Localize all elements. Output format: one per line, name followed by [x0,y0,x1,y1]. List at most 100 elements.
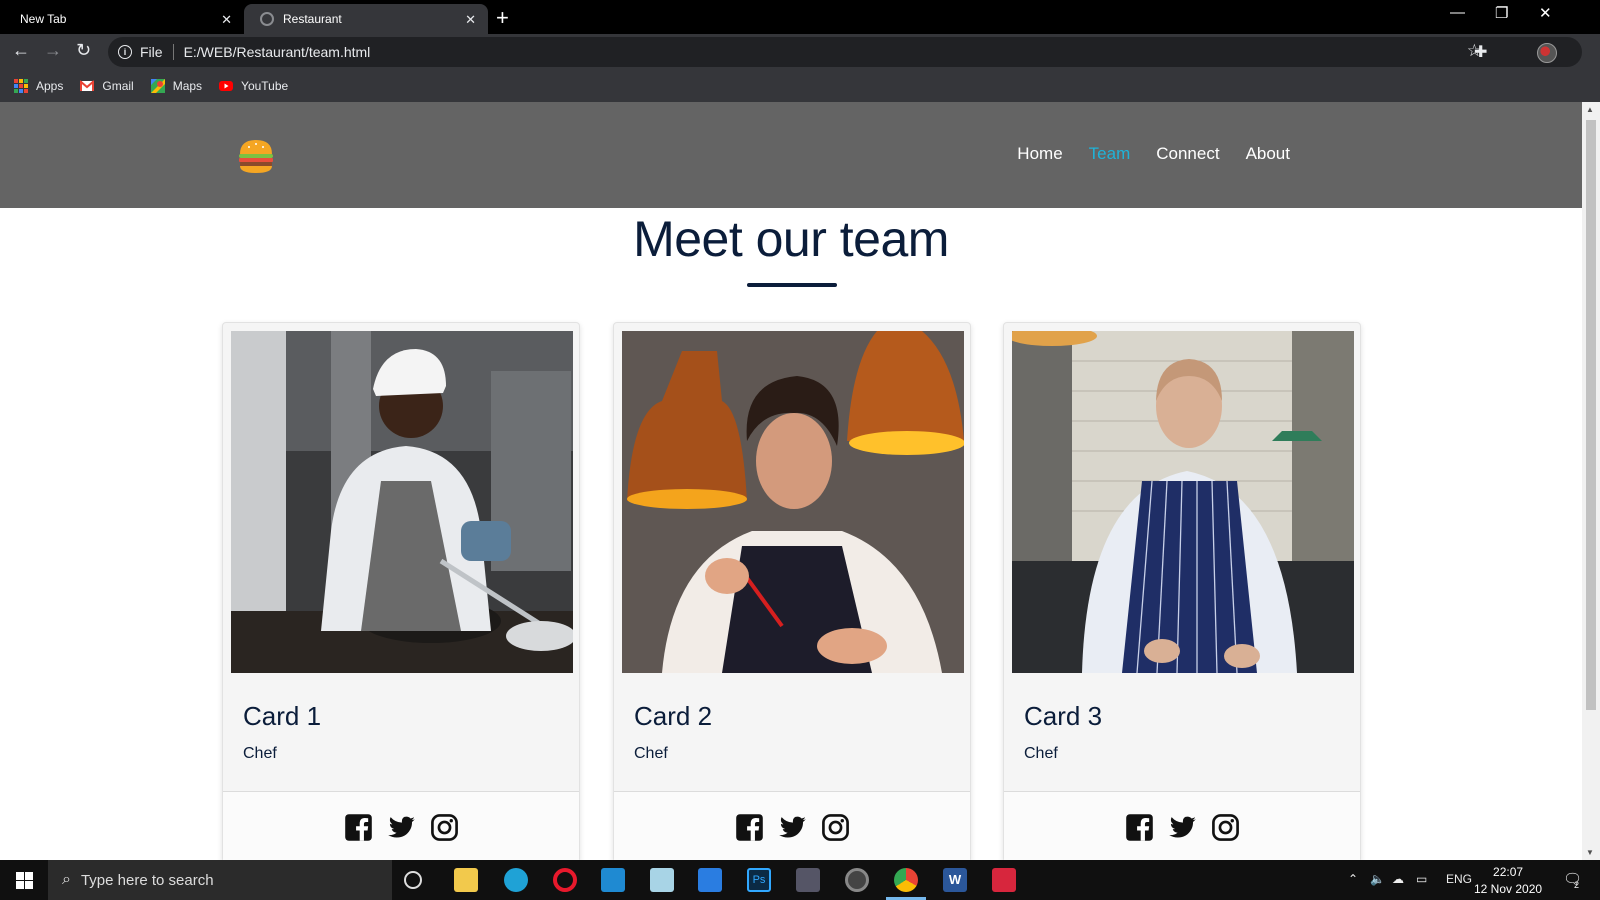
taskbar-search-box[interactable]: ⌕ Type here to search [48,860,392,900]
card-role: Chef [634,745,668,762]
volume-muted-icon[interactable]: 🔈 [1370,872,1385,886]
task-view-icon[interactable] [404,871,422,889]
facebook-icon[interactable] [344,813,373,842]
web-page-viewport: Home Team Connect About Meet our team Ca… [0,102,1582,860]
address-bar[interactable]: i File E:/WEB/Restaurant/team.html ☆ [108,37,1582,67]
file-explorer-icon[interactable] [454,868,478,892]
twitter-icon[interactable] [1168,813,1197,842]
card-role: Chef [243,745,277,762]
page-scrollbar[interactable]: ▲ ▼ [1582,102,1600,860]
todo-checkmark-icon[interactable] [698,868,722,892]
card-title: Card 2 [634,701,713,731]
address-divider [172,44,174,60]
media-app-icon[interactable] [796,868,820,892]
edge-browser-icon[interactable] [504,868,528,892]
card-social-bar [223,791,579,860]
bookmark-maps[interactable]: Maps [150,79,203,93]
nav-about-link[interactable]: About [1246,144,1290,164]
bookmark-label: Gmail [102,79,134,93]
nav-connect-link[interactable]: Connect [1156,144,1219,164]
new-tab-plus-icon[interactable]: + [496,5,509,31]
bookmark-youtube[interactable]: YouTube [219,79,288,93]
profile-avatar[interactable] [1537,43,1557,63]
scroll-up-icon[interactable]: ▲ [1586,105,1594,114]
extensions-puzzle-icon[interactable]: ✚ [1474,42,1487,62]
maps-icon [150,79,165,93]
globe-icon [260,12,274,26]
twitter-icon[interactable] [778,813,807,842]
facebook-icon[interactable] [1125,813,1154,842]
card-title: Card 3 [1024,701,1103,731]
team-card-1: Card 1 Chef [222,322,580,860]
close-window-icon[interactable]: ✕ [1539,4,1552,22]
browser-tab-strip: New Tab ✕ Restaurant ✕ + — ❐ ✕ [0,0,1600,34]
notes-app-icon[interactable] [650,868,674,892]
bookmark-label: Apps [36,79,64,93]
action-center-icon[interactable]: 🗨 [1563,870,1582,888]
forward-arrow-icon[interactable]: → [44,40,62,61]
bookmarks-bar: Apps Gmail Maps YouTube [0,70,1600,102]
reload-icon[interactable]: ↻ [76,40,91,61]
tab-restaurant[interactable]: Restaurant ✕ [244,4,488,34]
card-title: Card 1 [243,701,322,731]
word-icon[interactable]: W [943,868,967,892]
close-tab-icon[interactable]: ✕ [221,12,232,28]
instagram-icon[interactable] [430,813,459,842]
back-arrow-icon[interactable]: ← [12,40,30,61]
restore-icon[interactable]: ❐ [1495,4,1508,22]
notification-count: 2 [1574,880,1580,890]
clock-time: 22:07 [1493,865,1524,879]
nav-home-link[interactable]: Home [1017,144,1062,164]
facebook-icon[interactable] [735,813,764,842]
youtube-icon [219,81,234,91]
card-role: Chef [1024,745,1058,762]
chef-in-striped-apron-photo [1012,331,1354,673]
chef-in-white-cap-photo [231,331,573,673]
site-info-icon[interactable]: i [118,45,132,59]
bookmark-gmail[interactable]: Gmail [80,79,134,93]
clock-date: 12 Nov 2020 [1474,882,1543,896]
card-social-bar [614,791,970,860]
instagram-icon[interactable] [821,813,850,842]
scroll-down-icon[interactable]: ▼ [1586,848,1594,857]
bookmark-label: Maps [172,79,203,93]
apps-grid-icon [14,79,28,93]
card-social-bar [1004,791,1360,860]
network-icon[interactable]: ▭ [1416,872,1427,886]
tab-title: New Tab [20,12,67,26]
gmail-icon [80,80,95,91]
search-icon: ⌕ [62,871,71,888]
recorder-app-icon[interactable] [992,868,1016,892]
url-text[interactable]: E:/WEB/Restaurant/team.html [184,44,371,60]
burger-icon[interactable] [236,136,276,176]
twitter-icon[interactable] [387,813,416,842]
disc-app-icon[interactable] [845,868,869,892]
vscode-icon[interactable] [601,868,625,892]
bookmark-apps[interactable]: Apps [14,79,63,93]
windows-start-icon[interactable] [16,872,33,889]
nav-team-link[interactable]: Team [1089,144,1131,164]
tab-new-tab[interactable]: New Tab ✕ [0,4,244,34]
scrollbar-thumb[interactable] [1586,120,1596,710]
chef-under-copper-lamps-photo [622,331,964,673]
tray-chevron-icon[interactable]: ⌃ [1348,872,1358,886]
scheme-label: File [140,44,163,60]
page-title: Meet our team [633,211,949,267]
language-indicator[interactable]: ENG [1446,872,1472,886]
team-card-2: Card 2 Chef [613,322,971,860]
bookmark-label: YouTube [241,79,289,93]
site-header: Home Team Connect About [0,102,1582,208]
opera-browser-icon[interactable] [553,868,577,892]
tab-title: Restaurant [283,12,342,26]
title-underline [747,283,837,287]
photoshop-icon[interactable]: Ps [747,868,771,892]
main-nav: Home Team Connect About [991,144,1290,164]
close-tab-icon[interactable]: ✕ [465,12,476,28]
minimize-icon[interactable]: — [1450,4,1465,21]
windows-taskbar: ⌕ Type here to search Ps W ⌃ 🔈 ☁ ▭ ENG 2… [0,860,1600,900]
search-placeholder: Type here to search [80,871,214,889]
system-clock[interactable]: 22:07 12 Nov 2020 [1474,864,1542,898]
instagram-icon[interactable] [1211,813,1240,842]
onedrive-cloud-icon[interactable]: ☁ [1392,872,1404,886]
chrome-browser-icon[interactable] [894,868,918,892]
